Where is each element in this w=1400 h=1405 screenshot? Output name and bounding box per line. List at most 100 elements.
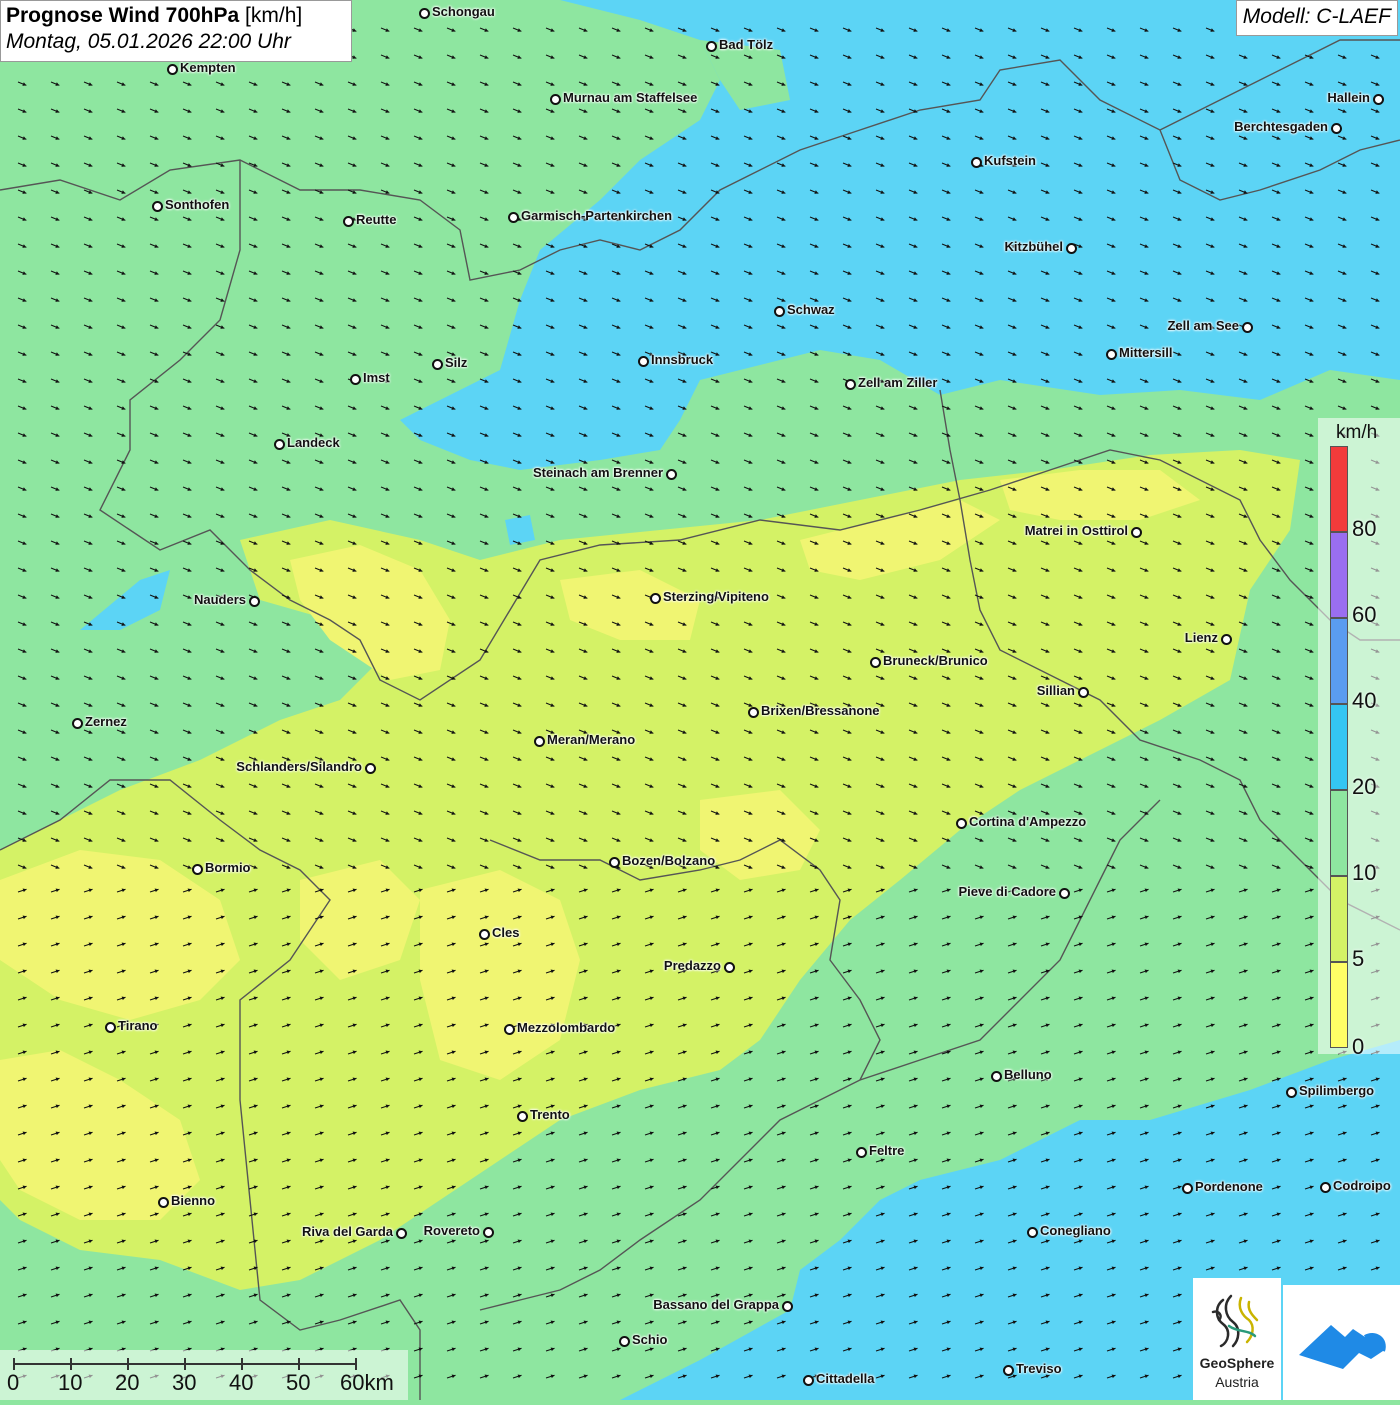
city-marker[interactable] <box>1373 94 1384 105</box>
city-marker[interactable] <box>419 8 430 19</box>
city-marker[interactable] <box>1182 1183 1193 1194</box>
city-marker[interactable] <box>845 379 856 390</box>
city-label: Murnau am Staffelsee <box>563 90 698 105</box>
city-marker[interactable] <box>343 216 354 227</box>
city-label: Trento <box>530 1107 570 1122</box>
city-marker[interactable] <box>158 1197 169 1208</box>
city-marker[interactable] <box>350 374 361 385</box>
city-marker[interactable] <box>1320 1182 1331 1193</box>
city-marker[interactable] <box>534 736 545 747</box>
legend-bar <box>1330 446 1348 1049</box>
city-marker[interactable] <box>167 64 178 75</box>
city-label: Schwaz <box>787 302 835 317</box>
city-marker[interactable] <box>748 707 759 718</box>
city-marker[interactable] <box>782 1301 793 1312</box>
city-label: Reutte <box>356 212 397 227</box>
geosphere-country: Austria <box>1215 1374 1259 1390</box>
city-marker[interactable] <box>152 201 163 212</box>
city-marker[interactable] <box>192 864 203 875</box>
city-marker[interactable] <box>971 157 982 168</box>
city-label: Cortina d'Ampezzo <box>969 814 1087 829</box>
city-label: Predazzo <box>663 958 721 973</box>
city-marker[interactable] <box>666 469 677 480</box>
scale-label: 30 <box>172 1370 197 1395</box>
city-marker[interactable] <box>432 359 443 370</box>
legend-label: 40 <box>1352 688 1377 713</box>
scale-label: 40 <box>229 1370 254 1395</box>
city-label: Zell am See <box>1167 318 1239 333</box>
map-title-bold: Prognose Wind 700hPa <box>6 4 240 27</box>
city-marker[interactable] <box>856 1147 867 1158</box>
city-marker[interactable] <box>550 94 561 105</box>
city-label: Rovereto <box>423 1223 480 1238</box>
city-marker[interactable] <box>517 1111 528 1122</box>
legend-swatch <box>1330 532 1348 618</box>
city-marker[interactable] <box>508 212 519 223</box>
city-marker[interactable] <box>774 306 785 317</box>
city-marker[interactable] <box>105 1022 116 1033</box>
title-box: Prognose Wind 700hPa [km/h] Montag, 05.0… <box>0 0 352 62</box>
map-title: Prognose Wind 700hPa [km/h] <box>6 4 346 28</box>
city-marker[interactable] <box>1078 687 1089 698</box>
city-label: Bienno <box>171 1193 216 1208</box>
legend-label: 60 <box>1352 602 1377 627</box>
city-label: Treviso <box>1016 1361 1062 1376</box>
city-marker[interactable] <box>619 1336 630 1347</box>
city-marker[interactable] <box>1221 634 1232 645</box>
legend-swatch <box>1330 618 1348 704</box>
city-label: Lienz <box>1184 630 1218 645</box>
city-marker[interactable] <box>396 1228 407 1239</box>
legend-swatch <box>1330 876 1348 962</box>
geosphere-emblem-icon <box>1211 1294 1259 1348</box>
city-marker[interactable] <box>504 1024 515 1035</box>
city-marker[interactable] <box>870 657 881 668</box>
city-marker[interactable] <box>1003 1365 1014 1376</box>
weather-app-logo[interactable] <box>1283 1285 1400 1400</box>
legend-label: 20 <box>1352 774 1377 799</box>
city-label: Hallein <box>1327 90 1370 105</box>
model-label: Modell: C-LAEF <box>1235 0 1398 36</box>
city-label: Silz <box>445 355 468 370</box>
city-marker[interactable] <box>609 857 620 868</box>
city-marker[interactable] <box>638 356 649 367</box>
city-marker[interactable] <box>365 763 376 774</box>
legend-swatch <box>1330 962 1348 1048</box>
city-marker[interactable] <box>1066 243 1077 254</box>
weather-app-icon <box>1299 1325 1386 1369</box>
city-label: Schongau <box>432 4 495 19</box>
city-marker[interactable] <box>956 818 967 829</box>
city-label: Mezzolombardo <box>517 1020 616 1035</box>
city-marker[interactable] <box>1106 349 1117 360</box>
scale-label: 20 <box>115 1370 140 1395</box>
city-marker[interactable] <box>724 962 735 973</box>
city-marker[interactable] <box>274 439 285 450</box>
city-label: Garmisch-Partenkirchen <box>521 208 673 223</box>
city-marker[interactable] <box>1242 322 1253 333</box>
city-label: Mittersill <box>1119 345 1173 360</box>
city-marker[interactable] <box>706 41 717 52</box>
city-marker[interactable] <box>1131 527 1142 538</box>
city-marker[interactable] <box>991 1071 1002 1082</box>
city-marker[interactable] <box>249 596 260 607</box>
city-marker[interactable] <box>803 1375 814 1386</box>
city-label: Pieve di Cadore <box>958 884 1056 899</box>
city-label: Bruneck/Brunico <box>883 653 988 668</box>
city-label: Matrei in Osttirol <box>1024 523 1128 538</box>
city-label: Sonthofen <box>165 197 230 212</box>
city-marker[interactable] <box>650 593 661 604</box>
city-marker[interactable] <box>72 718 83 729</box>
geosphere-logo[interactable]: GeoSphere Austria <box>1193 1278 1281 1400</box>
city-label: Kitzbühel <box>1004 239 1064 254</box>
city-marker[interactable] <box>483 1227 494 1238</box>
city-marker[interactable] <box>1059 888 1070 899</box>
city-label: Landeck <box>287 435 340 450</box>
city-marker[interactable] <box>1286 1087 1297 1098</box>
city-marker[interactable] <box>1027 1227 1038 1238</box>
city-label: Bormio <box>205 860 251 875</box>
legend-label: 80 <box>1352 516 1377 541</box>
city-marker[interactable] <box>1331 123 1342 134</box>
city-label: Conegliano <box>1040 1223 1111 1238</box>
city-marker[interactable] <box>479 929 490 940</box>
city-label: Steinach am Brenner <box>532 465 663 480</box>
city-label: Kufstein <box>984 153 1036 168</box>
